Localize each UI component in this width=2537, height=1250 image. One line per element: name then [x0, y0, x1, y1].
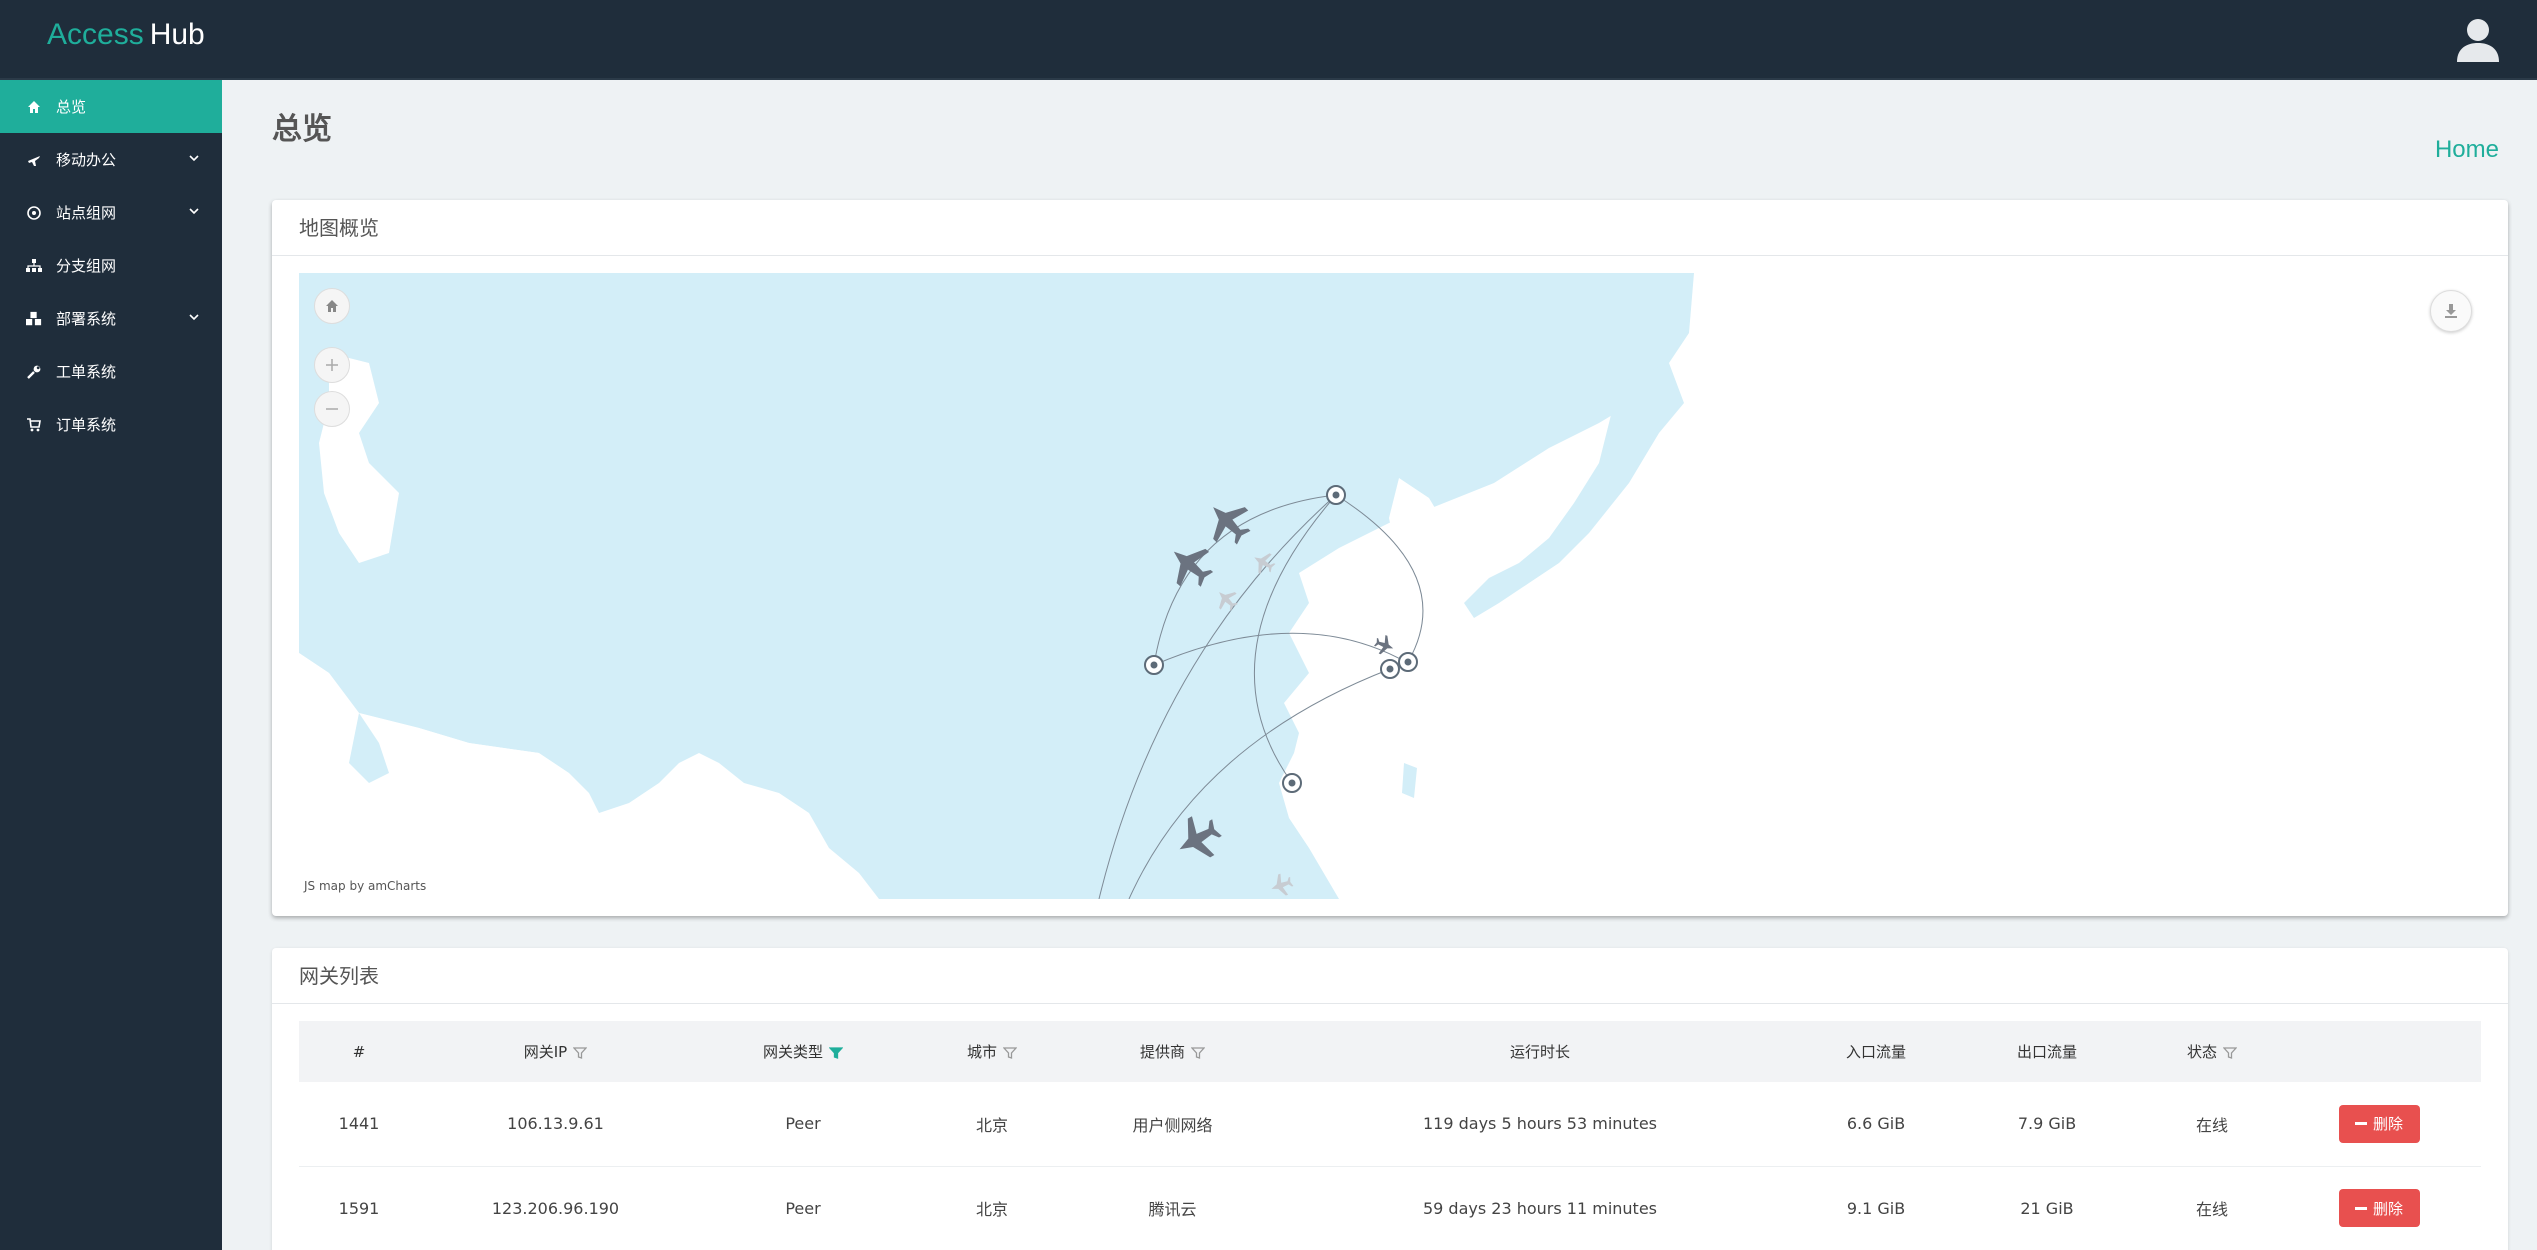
- download-icon: [2445, 304, 2457, 318]
- cell-id: 1441: [299, 1082, 419, 1167]
- sidebar-item-label: 移动办公: [56, 151, 117, 169]
- sidebar-item-mobile-office[interactable]: 移动办公: [0, 133, 222, 186]
- chevron-down-icon: [189, 314, 199, 321]
- map-svg: [299, 273, 1774, 900]
- column-header-ingress: 入口流量: [1805, 1021, 1947, 1082]
- map-zoom-out-button[interactable]: [314, 391, 350, 427]
- cell-status: 在线: [2147, 1082, 2277, 1167]
- delete-button[interactable]: 删除: [2338, 1189, 2420, 1227]
- minus-icon: [326, 408, 338, 410]
- chevron-down-icon: [189, 208, 199, 215]
- gateway-table: # 网关IP 网关类型 城市 提供商 运行时长 入口流量 出口流量 状态 144…: [299, 1021, 2481, 1250]
- cell-gateway-type: Peer: [692, 1166, 914, 1250]
- map-credit[interactable]: JS map by amCharts: [304, 879, 426, 893]
- filter-icon[interactable]: [573, 1046, 588, 1060]
- breadcrumb-home[interactable]: Home: [2435, 136, 2499, 164]
- sidebar-item-label: 站点组网: [56, 204, 117, 222]
- cell-ingress: 9.1 GiB: [1805, 1166, 1947, 1250]
- column-header-egress: 出口流量: [1947, 1021, 2147, 1082]
- sidebar: 总览 移动办公 站点组网 分支组网 部署系统 工单系统 订单系统: [0, 80, 222, 1250]
- column-header-uptime: 运行时长: [1275, 1021, 1805, 1082]
- cell-gateway-type: Peer: [692, 1082, 914, 1167]
- cell-status: 在线: [2147, 1166, 2277, 1250]
- sidebar-item-overview[interactable]: 总览: [0, 80, 222, 133]
- map-marker-beijing: [1326, 485, 1346, 505]
- wrench-icon: [26, 364, 42, 380]
- user-avatar-icon[interactable]: [2455, 18, 2501, 62]
- home-icon: [326, 300, 338, 312]
- plane-icon: [26, 152, 42, 168]
- filter-icon[interactable]: [1003, 1046, 1017, 1060]
- map-marker-guangzhou: [1282, 773, 1302, 793]
- top-bar: Access Hub: [0, 0, 2537, 80]
- map-download-button[interactable]: [2430, 290, 2472, 332]
- cell-uptime: 59 days 23 hours 11 minutes: [1275, 1166, 1805, 1250]
- cell-provider: 腾讯云: [1070, 1166, 1275, 1250]
- cell-uptime: 119 days 5 hours 53 minutes: [1275, 1082, 1805, 1167]
- sidebar-item-site-network[interactable]: 站点组网: [0, 186, 222, 239]
- cell-provider: 用户侧网络: [1070, 1082, 1275, 1167]
- cell-actions: 删除: [2277, 1166, 2481, 1250]
- column-header-actions: [2277, 1021, 2481, 1082]
- cell-actions: 删除: [2277, 1082, 2481, 1167]
- cell-egress: 21 GiB: [1947, 1166, 2147, 1250]
- cell-gateway-ip: 106.13.9.61: [419, 1082, 692, 1167]
- sidebar-item-label: 订单系统: [56, 416, 117, 434]
- minus-icon: [2354, 1122, 2367, 1126]
- map-marker-hangzhou: [1380, 659, 1400, 679]
- table-header-row: # 网关IP 网关类型 城市 提供商 运行时长 入口流量 出口流量 状态: [299, 1021, 2481, 1082]
- map-home-button[interactable]: [314, 288, 350, 324]
- sidebar-item-ticket-system[interactable]: 工单系统: [0, 345, 222, 398]
- cell-id: 1591: [299, 1166, 419, 1250]
- cart-icon: [26, 417, 42, 433]
- map-zoom-in-button[interactable]: [314, 347, 350, 383]
- sidebar-item-branch-network[interactable]: 分支组网: [0, 239, 222, 292]
- app-logo[interactable]: Access Hub: [47, 18, 205, 52]
- column-header-provider[interactable]: 提供商: [1070, 1021, 1275, 1082]
- sidebar-item-label: 部署系统: [56, 310, 117, 328]
- main-content: 总览 Home 地图概览 JS map by amCharts 网关列表 # 网…: [222, 80, 2537, 1250]
- delete-label: 删除: [2372, 1115, 2403, 1134]
- map-marker-shanghai: [1398, 652, 1418, 672]
- gateway-list-card: 网关列表 # 网关IP 网关类型 城市 提供商 运行时长 入口流量 出口流量 状…: [272, 948, 2508, 1250]
- map-overview-card: 地图概览 JS map by amCharts: [272, 200, 2508, 916]
- table-card-title: 网关列表: [272, 948, 2508, 1004]
- delete-button[interactable]: 删除: [2338, 1104, 2420, 1143]
- sidebar-item-label: 分支组网: [56, 257, 117, 275]
- map-canvas[interactable]: JS map by amCharts: [299, 273, 1774, 900]
- column-header-status[interactable]: 状态: [2147, 1021, 2277, 1082]
- page-title: 总览: [272, 112, 332, 147]
- sidebar-item-order-system[interactable]: 订单系统: [0, 398, 222, 451]
- chevron-down-icon: [189, 155, 199, 162]
- column-header-id: #: [299, 1021, 419, 1082]
- map-marker-xian: [1144, 655, 1164, 675]
- filter-active-icon[interactable]: [829, 1046, 843, 1060]
- column-header-city[interactable]: 城市: [914, 1021, 1070, 1082]
- cell-city: 北京: [914, 1082, 1070, 1167]
- home-icon: [26, 99, 42, 115]
- delete-label: 删除: [2372, 1199, 2403, 1218]
- logo-access: Access: [47, 18, 144, 51]
- cell-city: 北京: [914, 1166, 1070, 1250]
- cell-egress: 7.9 GiB: [1947, 1082, 2147, 1167]
- sidebar-item-label: 总览: [56, 98, 87, 116]
- map-card-title: 地图概览: [272, 200, 2508, 256]
- cell-ingress: 6.6 GiB: [1805, 1082, 1947, 1167]
- column-header-gateway-ip[interactable]: 网关IP: [419, 1021, 692, 1082]
- network-icon: [26, 205, 42, 221]
- sitemap-icon: [26, 258, 42, 274]
- minus-icon: [2354, 1206, 2367, 1210]
- column-header-gateway-type[interactable]: 网关类型: [692, 1021, 914, 1082]
- table-row: 1591 123.206.96.190 Peer 北京 腾讯云 59 days …: [299, 1166, 2481, 1250]
- sidebar-item-label: 工单系统: [56, 363, 117, 381]
- sidebar-item-deploy-system[interactable]: 部署系统: [0, 292, 222, 345]
- table-row: 1441 106.13.9.61 Peer 北京 用户侧网络 119 days …: [299, 1082, 2481, 1167]
- plus-icon: [326, 359, 338, 371]
- filter-icon[interactable]: [2223, 1046, 2237, 1060]
- logo-hub: Hub: [149, 18, 205, 51]
- filter-icon[interactable]: [1191, 1046, 1205, 1060]
- cubes-icon: [26, 311, 42, 327]
- cell-gateway-ip: 123.206.96.190: [419, 1166, 692, 1250]
